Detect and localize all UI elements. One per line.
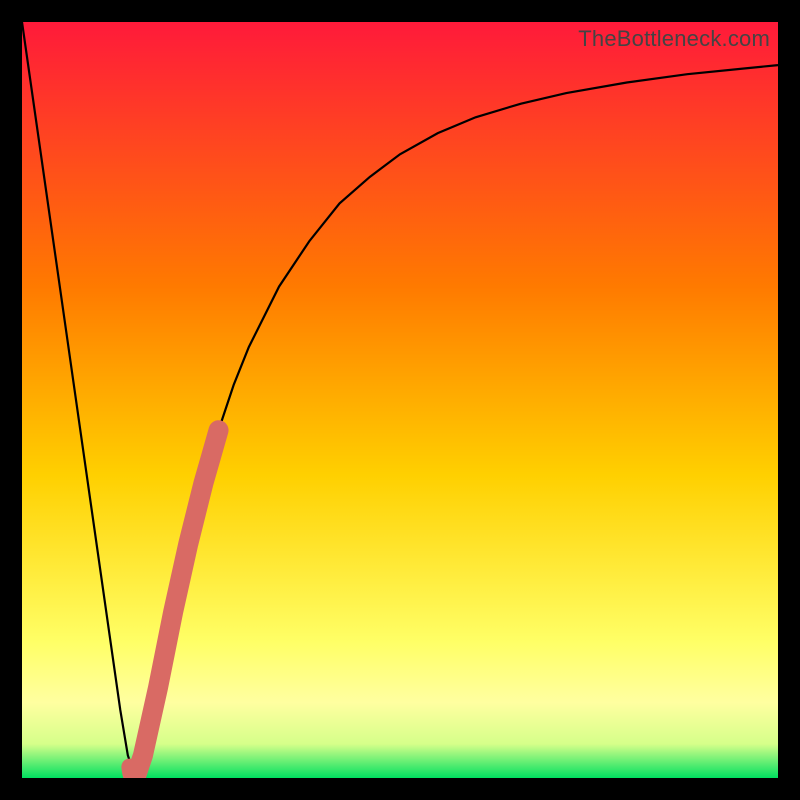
bottleneck-chart	[22, 22, 778, 778]
highlight-hook	[129, 767, 135, 778]
gradient-background	[22, 22, 778, 778]
plot-area: TheBottleneck.com	[22, 22, 778, 778]
chart-frame: TheBottleneck.com	[0, 0, 800, 800]
watermark-text: TheBottleneck.com	[578, 26, 770, 52]
